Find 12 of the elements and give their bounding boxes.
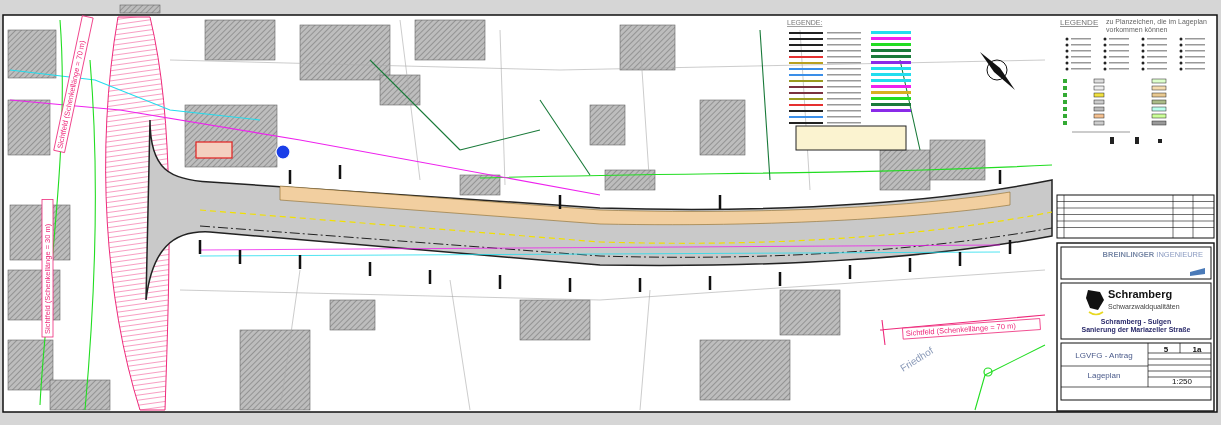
manhole-icon: [983, 367, 993, 377]
sign-panel-icon: [195, 141, 233, 159]
firm-logo-icon: [1190, 268, 1205, 276]
north-arrow-icon: [980, 52, 1015, 90]
plan-title: Lageplan: [1087, 371, 1121, 380]
legend-title: LEGENDE: [1060, 18, 1099, 27]
plan-scale: 1:250: [1172, 377, 1192, 386]
plan-number: 1a: [1192, 345, 1202, 354]
plan-phase: LGVFG - Antrag: [1075, 351, 1133, 360]
client-name: Schramberg: [1108, 288, 1173, 300]
annex-number: 5: [1163, 345, 1169, 354]
coat-of-arms-icon: [1086, 290, 1104, 316]
